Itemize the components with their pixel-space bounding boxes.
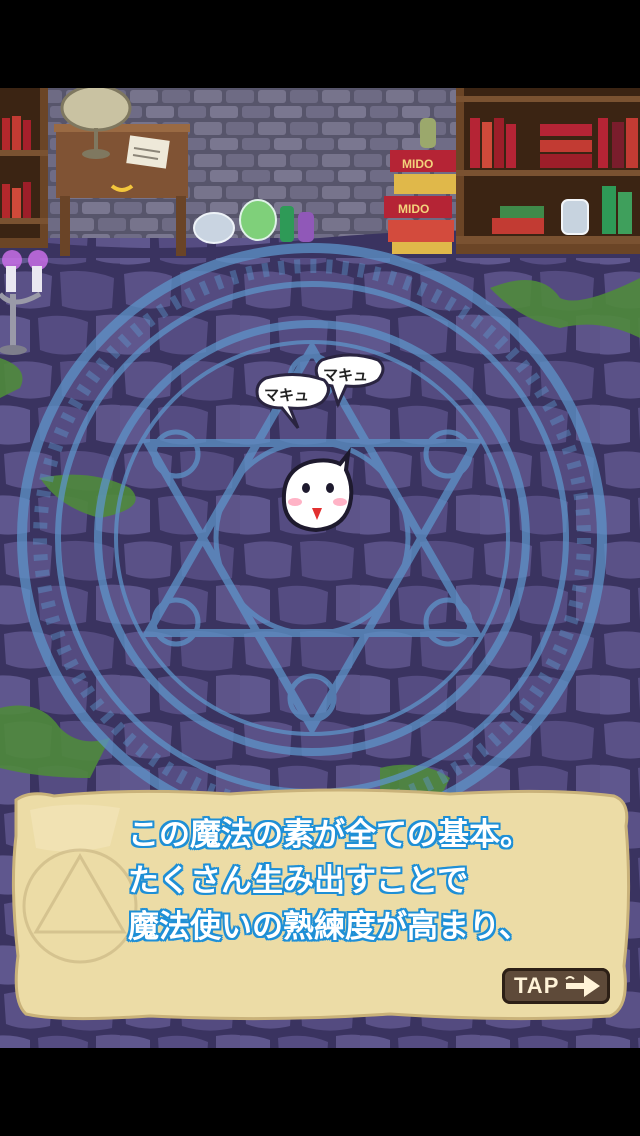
right-bookshelf (456, 88, 640, 254)
book-spine-label: MIDO (402, 157, 433, 171)
dialog-line-3: 魔法使いの熟練度が高まり、 (128, 909, 530, 945)
dialog-box[interactable]: この魔法の素が全ての基本。 たくさん生み出すことで 魔法使いの熟練度が高まり、 … (10, 786, 632, 1022)
arrow-right-icon (565, 975, 600, 997)
tap-button[interactable]: TAP (502, 968, 610, 1004)
dialog-line-1: この魔法の素が全ての基本。 (128, 817, 531, 853)
dialog-line-2: たくさん生み出すことで (128, 863, 469, 899)
tap-button-label: TAP (514, 973, 560, 998)
globe-icon (60, 88, 132, 132)
speech-bubble-text: マキュ (264, 386, 309, 404)
book-stack: MIDO MIDO (384, 150, 456, 254)
book-spine-label: MIDO (398, 202, 429, 216)
left-bookshelf (0, 88, 48, 248)
speech-bubble-text: マキュ (323, 366, 368, 384)
